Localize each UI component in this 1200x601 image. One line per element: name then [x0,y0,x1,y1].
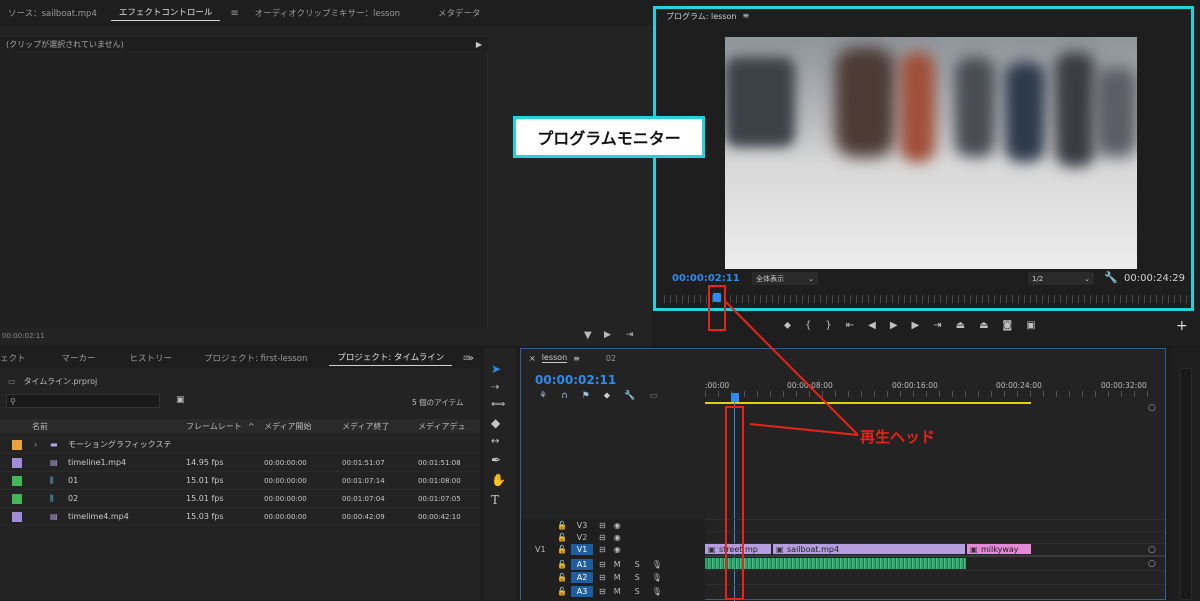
playhead-label: 再生ヘッド [860,428,936,446]
pointer-line-timeline [749,423,859,436]
pointer-line-top [725,301,859,436]
annotation-lines [725,301,859,436]
